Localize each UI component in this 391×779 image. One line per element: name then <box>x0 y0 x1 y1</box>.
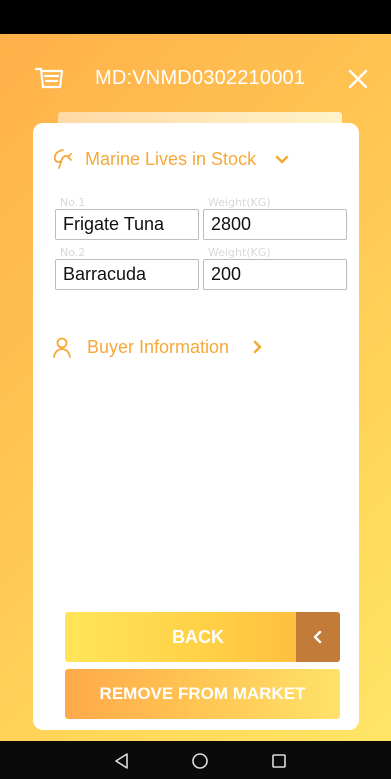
marine-section-header[interactable]: Marine Lives in Stock <box>51 148 290 170</box>
chevron-left-icon <box>313 630 322 644</box>
fish-name-field[interactable]: Frigate Tuna <box>55 209 199 240</box>
list-item: No.1 Weight(KG) Frigate Tuna 2800 <box>55 196 347 244</box>
weight-label: Weight(KG) <box>208 196 271 209</box>
header: MD:VNMD0302210001 <box>0 34 391 124</box>
nav-back-icon[interactable] <box>113 752 131 770</box>
remove-from-market-button[interactable]: REMOVE FROM MARKET <box>65 669 340 719</box>
nav-home-icon[interactable] <box>191 752 209 770</box>
list-item: No.2 Weight(KG) Barracuda 200 <box>55 246 347 294</box>
nav-recent-icon[interactable] <box>270 752 288 770</box>
fish-name-field[interactable]: Barracuda <box>55 259 199 290</box>
status-bar <box>0 0 391 34</box>
page-title: MD:VNMD0302210001 <box>95 67 306 89</box>
fish-weight-field[interactable]: 200 <box>203 259 347 290</box>
fish-icon <box>53 149 72 169</box>
back-button-label: BACK <box>172 626 224 647</box>
chevron-right-icon <box>253 340 262 354</box>
chevron-down-icon <box>275 155 289 164</box>
cart-icon[interactable] <box>34 66 64 92</box>
fish-weight-field[interactable]: 2800 <box>203 209 347 240</box>
weight-label: Weight(KG) <box>208 246 271 259</box>
buyer-section-title: Buyer Information <box>87 336 230 357</box>
remove-button-label: REMOVE FROM MARKET <box>99 684 306 703</box>
marine-section-title: Marine Lives in Stock <box>85 148 257 169</box>
back-arrow-box <box>296 612 340 662</box>
back-button[interactable]: BACK <box>65 612 340 662</box>
item-number-label: No.1 <box>60 196 86 209</box>
buyer-section-header[interactable]: Buyer Information <box>51 336 265 358</box>
close-icon[interactable] <box>345 66 371 92</box>
content-card: Marine Lives in Stock No.1 Weight(KG) Fr… <box>33 123 359 730</box>
person-icon <box>53 337 71 358</box>
system-nav-bar <box>0 741 391 779</box>
item-number-label: No.2 <box>60 246 86 259</box>
